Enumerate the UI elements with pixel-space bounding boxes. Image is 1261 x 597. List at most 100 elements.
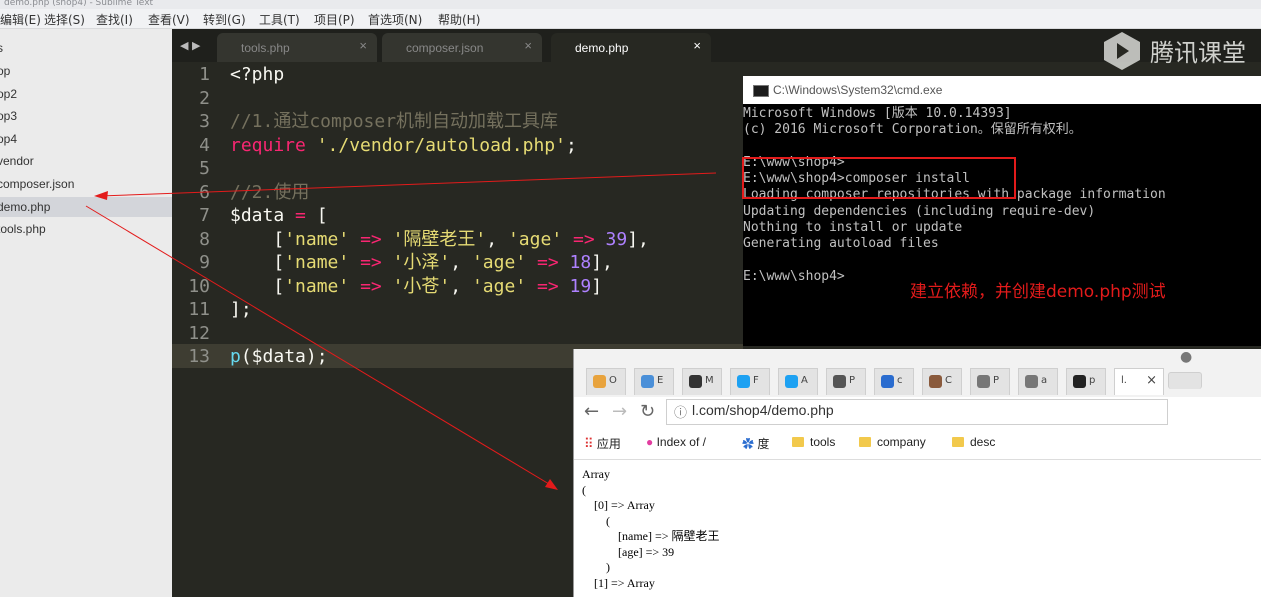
- line-number: 10: [188, 275, 210, 297]
- browser-tab[interactable]: a: [1018, 368, 1058, 395]
- browser-tab-label: P: [849, 375, 856, 386]
- close-icon[interactable]: ×: [524, 38, 532, 53]
- project-sidebar: s op op2 op3 op4 vendor composer.json de…: [0, 29, 172, 597]
- close-icon[interactable]: ×: [1146, 369, 1157, 393]
- browser-window[interactable]: O E M F A P c C P a p l. × ● ← → ↻ ⓘ l.co…: [573, 349, 1261, 597]
- bookmark-index[interactable]: ● Index of /: [646, 435, 706, 449]
- close-icon[interactable]: ×: [359, 38, 367, 53]
- output-line: ): [582, 560, 610, 574]
- sidebar-item-vendor[interactable]: vendor: [0, 151, 172, 171]
- tab-nav-arrows-icon[interactable]: ◀ ▶: [180, 39, 200, 52]
- menu-select[interactable]: 选择(S): [44, 11, 85, 28]
- menu-help[interactable]: 帮助(H): [438, 11, 480, 28]
- output-line: (: [582, 513, 610, 528]
- menu-find[interactable]: 查找(I): [96, 11, 133, 28]
- code-operator: =>: [537, 252, 559, 273]
- sidebar-item-shop3[interactable]: op3: [0, 106, 172, 126]
- bookmark-company[interactable]: company: [859, 435, 926, 449]
- bookmark-label: tools: [810, 435, 836, 449]
- profile-icon[interactable]: ●: [1180, 349, 1192, 365]
- cmd-line: [743, 253, 1261, 269]
- browser-tab[interactable]: C: [922, 368, 962, 395]
- tab-tools-php[interactable]: tools.php ×: [217, 33, 377, 62]
- page-output: Array( [0] => Array ( [name] => 隔壁老王 [ag…: [582, 467, 720, 591]
- sidebar-item-shop[interactable]: op: [0, 61, 172, 81]
- browser-tab[interactable]: p: [1066, 368, 1106, 395]
- bookmark-label: 应用: [596, 437, 621, 451]
- folder-icon: [952, 437, 964, 447]
- bookmark-label: company: [877, 435, 926, 449]
- close-icon[interactable]: ×: [693, 38, 701, 53]
- browser-tab[interactable]: P: [970, 368, 1010, 395]
- sidebar-item-shop2[interactable]: op2: [0, 84, 172, 104]
- code-function: p: [230, 346, 241, 367]
- menu-project[interactable]: 项目(P): [314, 11, 355, 28]
- cmd-title-bar[interactable]: C:\Windows\System32\cmd.exe: [743, 76, 1261, 104]
- url-text[interactable]: l.com/shop4/demo.php: [692, 402, 834, 418]
- bookmark-apps[interactable]: ⠿ 应用: [584, 435, 621, 452]
- watermark: 腾讯课堂: [1150, 39, 1246, 67]
- output-line: [name] => 隔壁老王: [582, 529, 720, 543]
- code-operator: =>: [573, 228, 595, 250]
- browser-tab[interactable]: M: [682, 368, 722, 395]
- browser-tab[interactable]: F: [730, 368, 770, 395]
- code-string: 'name': [284, 252, 350, 273]
- line-number: 13: [188, 346, 210, 367]
- bookmark-du[interactable]: ✿ 度: [742, 435, 769, 452]
- forward-icon[interactable]: →: [612, 401, 627, 422]
- menu-bar: 编辑(E) 选择(S) 查找(I) 查看(V) 转到(G) 工具(T) 项目(P…: [0, 9, 1261, 29]
- baidu-icon: ✿: [742, 437, 755, 451]
- browser-tab-label: E: [657, 375, 664, 386]
- bookmark-tools[interactable]: tools: [792, 435, 835, 449]
- cmd-line: (c) 2016 Microsoft Corporation。保留所有权利。: [743, 122, 1082, 138]
- favicon-icon: [1025, 375, 1038, 388]
- info-icon[interactable]: ⓘ: [674, 402, 687, 421]
- code-operator: =>: [360, 252, 382, 273]
- line-number: 5: [199, 158, 210, 179]
- code-operator: =>: [360, 275, 382, 297]
- sidebar-item-composer-json[interactable]: composer.json: [0, 174, 172, 194]
- sidebar-item-tools-php[interactable]: tools.php: [0, 219, 172, 239]
- line-number: 12: [188, 322, 210, 344]
- menu-edit[interactable]: 编辑(E): [0, 11, 41, 28]
- browser-tab[interactable]: P: [826, 368, 866, 395]
- browser-tab[interactable]: c: [874, 368, 914, 395]
- code-line-1: <?php: [230, 64, 285, 85]
- favicon-icon: [641, 375, 654, 388]
- menu-goto[interactable]: 转到(G): [203, 11, 246, 28]
- sidebar-item-shop4[interactable]: op4: [0, 129, 172, 149]
- code-line-13: p($data);: [230, 345, 328, 369]
- cmd-icon: [753, 85, 769, 97]
- browser-tab[interactable]: E: [634, 368, 674, 395]
- browser-tab-label: C: [945, 375, 952, 386]
- cmd-window[interactable]: C:\Windows\System32\cmd.exe Microsoft Wi…: [743, 76, 1261, 346]
- code-string: '小苍': [392, 275, 451, 297]
- code-punct: ;: [565, 134, 577, 156]
- sidebar-item-demo-php[interactable]: demo.php: [0, 197, 172, 217]
- favicon-icon: [929, 375, 942, 388]
- address-bar-row: ← → ↻ ⓘ l.com/shop4/demo.php: [574, 397, 1261, 427]
- new-tab-button[interactable]: [1168, 372, 1202, 389]
- code-operator: =: [284, 205, 317, 226]
- folder-icon: [792, 437, 804, 447]
- favicon-icon: [737, 375, 750, 388]
- code-line-7: $data = [: [230, 204, 328, 228]
- reload-icon[interactable]: ↻: [640, 401, 655, 422]
- bookmark-desc[interactable]: desc: [952, 435, 995, 449]
- browser-tab[interactable]: A: [778, 368, 818, 395]
- menu-tools[interactable]: 工具(T): [259, 11, 300, 28]
- menu-preferences[interactable]: 首选项(N): [368, 11, 422, 28]
- browser-tab[interactable]: O: [586, 368, 626, 395]
- bookmarks-bar: ⠿ 应用 ● Index of / ✿ 度 tools company desc: [574, 429, 1261, 460]
- menu-view[interactable]: 查看(V): [148, 11, 190, 28]
- code-line-4: require './vendor/autoload.php';: [230, 134, 577, 158]
- editor-tab-bar: tools.php × composer.json × demo.php ×: [172, 29, 1261, 62]
- browser-tab-label: p: [1089, 375, 1096, 386]
- bookmark-label: Index of /: [656, 435, 706, 449]
- tab-composer-json[interactable]: composer.json ×: [382, 33, 542, 62]
- cmd-line: Updating dependencies (including require…: [743, 203, 1096, 219]
- sidebar-item-root[interactable]: s: [0, 38, 172, 58]
- back-icon[interactable]: ←: [584, 401, 599, 422]
- browser-tab-active[interactable]: l. ×: [1114, 368, 1164, 395]
- tab-demo-php[interactable]: demo.php ×: [551, 33, 711, 62]
